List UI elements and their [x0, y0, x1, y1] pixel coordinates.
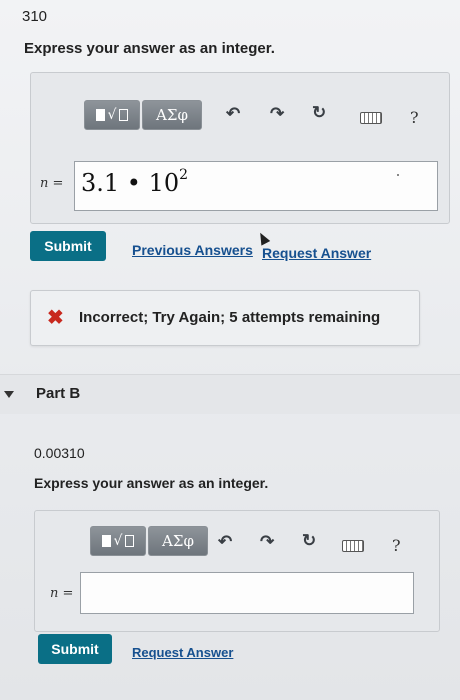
redo-icon[interactable]: ↷: [270, 104, 284, 124]
undo-icon[interactable]: ↶: [218, 532, 232, 552]
part-a-answer-field[interactable]: 3.1 • 102: [74, 161, 438, 211]
part-b-request-answer-link[interactable]: Request Answer: [132, 645, 233, 660]
radical-icon: √: [113, 533, 123, 549]
undo-icon[interactable]: ↶: [226, 104, 240, 124]
part-b-toolbar: √ ΑΣφ: [90, 526, 208, 556]
template-square-icon: [125, 535, 135, 547]
help-icon[interactable]: ?: [392, 536, 401, 555]
part-b-submit-button[interactable]: Submit: [38, 634, 112, 664]
part-b-variable-label: n =: [50, 586, 74, 601]
part-a-toolbar: √ ΑΣφ: [84, 100, 202, 130]
help-icon[interactable]: ?: [410, 108, 419, 127]
greek-letters-button[interactable]: ΑΣφ: [142, 100, 202, 130]
templates-button[interactable]: √: [90, 526, 146, 556]
template-square-icon: [95, 109, 105, 121]
part-b-answer-field[interactable]: [80, 572, 414, 614]
mouse-pointer: [255, 230, 271, 246]
greek-letters-button[interactable]: ΑΣφ: [148, 526, 208, 556]
part-a-answer-value: 3.1 • 102: [81, 167, 189, 197]
templates-button[interactable]: √: [84, 100, 140, 130]
part-a-value: 310: [22, 8, 48, 25]
keyboard-icon[interactable]: [360, 112, 382, 124]
part-a-request-answer-link[interactable]: Request Answer: [262, 245, 371, 261]
feedback-message: Incorrect; Try Again; 5 attempts remaini…: [79, 309, 381, 326]
part-b-header[interactable]: Part B: [0, 374, 460, 414]
part-b-title: Part B: [36, 385, 81, 402]
incorrect-x-icon: ✖: [47, 307, 64, 329]
template-square-icon: [119, 109, 129, 121]
redo-icon[interactable]: ↷: [260, 532, 274, 552]
part-b-prompt: Express your answer as an integer.: [34, 475, 269, 491]
keyboard-icon[interactable]: [342, 540, 364, 552]
template-square-icon: [101, 535, 111, 547]
part-b-value: 0.00310: [34, 445, 85, 461]
collapse-triangle-icon[interactable]: [4, 391, 14, 398]
part-a-prompt: Express your answer as an integer.: [24, 40, 275, 57]
page: 310 Express your answer as an integer. √…: [0, 0, 460, 700]
previous-answers-link[interactable]: Previous Answers: [132, 242, 253, 258]
reset-icon[interactable]: ↻: [302, 531, 316, 551]
text-caret: [397, 174, 399, 176]
reset-icon[interactable]: ↻: [312, 103, 326, 123]
radical-icon: √: [107, 107, 117, 123]
part-a-submit-button[interactable]: Submit: [30, 231, 106, 261]
feedback-box: ✖ Incorrect; Try Again; 5 attempts remai…: [30, 290, 420, 346]
part-a-variable-label: n =: [40, 176, 64, 191]
